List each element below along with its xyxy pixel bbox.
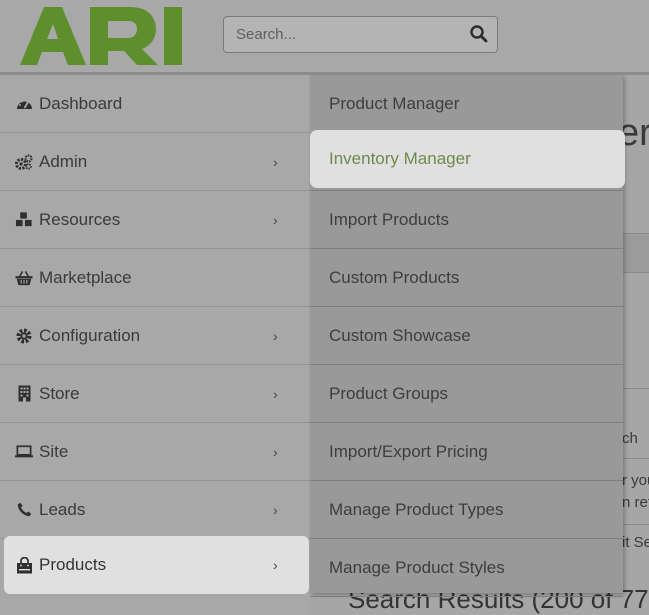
basket-icon [15, 269, 33, 287]
laptop-icon [15, 443, 33, 461]
search-box [223, 16, 498, 53]
sidebar-item-store[interactable]: Store › [0, 365, 310, 423]
chevron-right-icon: › [273, 211, 278, 228]
submenu-item-manage-product-types[interactable]: Manage Product Types [310, 481, 623, 539]
submenu-item-custom-products[interactable]: Custom Products [310, 249, 623, 307]
content-text-fragment: r you [622, 472, 649, 489]
chevron-right-icon: › [273, 153, 278, 170]
sidebar-item-resources[interactable]: Resources › [0, 191, 310, 249]
content-text-fragment: n ref [622, 494, 649, 511]
phone-icon [15, 501, 33, 519]
chevron-right-icon: › [273, 385, 278, 402]
submenu-item-label: Import Products [329, 209, 449, 229]
sidebar-item-label: Resources [39, 209, 121, 229]
sidebar-item-label: Configuration [39, 325, 141, 345]
sidebar-item-label: Store [39, 383, 80, 403]
sidebar-item-label: Dashboard [39, 93, 123, 113]
products-submenu: Product Manager Inventory Manager Import… [310, 75, 625, 597]
submenu-item-product-groups[interactable]: Product Groups [310, 365, 623, 423]
sidebar-item-leads[interactable]: Leads › [0, 481, 310, 539]
sidebar-item-label: Marketplace [39, 267, 132, 287]
search-input[interactable] [236, 17, 466, 52]
sidebar-item-label: Admin [39, 151, 88, 171]
sidebar-item-dashboard[interactable]: Dashboard [0, 75, 310, 133]
sidebar-item-label: Leads [39, 499, 86, 519]
submenu-item-label: Manage Product Types [329, 499, 504, 519]
cogs-icon [15, 153, 33, 171]
ari-logo[interactable] [18, 3, 188, 69]
sidebar: Dashboard Admin › Resources › Marketplac… [0, 75, 310, 615]
dashboard-gauge-icon [15, 95, 33, 113]
content-divider [622, 388, 649, 389]
submenu-item-custom-showcase[interactable]: Custom Showcase [310, 307, 623, 365]
submenu-item-label: Manage Product Styles [329, 557, 505, 577]
sidebar-item-site[interactable]: Site › [0, 423, 310, 481]
submenu-item-label: Import/Export Pricing [329, 441, 488, 461]
sidebar-item-label: Products [39, 555, 107, 574]
content-band [622, 233, 649, 273]
chevron-right-icon: › [273, 443, 278, 460]
gear-icon [15, 327, 33, 345]
sidebar-item-marketplace[interactable]: Marketplace [0, 249, 310, 307]
content-text-fragment: it Se [622, 534, 649, 551]
building-icon [15, 385, 33, 403]
search-icon[interactable] [469, 24, 489, 44]
submenu-item-label: Custom Products [329, 267, 460, 287]
submenu-item-label: Product Groups [329, 383, 449, 403]
sidebar-item-label: Site [39, 441, 69, 461]
content-divider [622, 524, 649, 525]
content-divider [622, 458, 649, 459]
chevron-right-icon: › [273, 557, 278, 573]
chevron-right-icon: › [273, 327, 278, 344]
submenu-item-inventory-manager[interactable]: Inventory Manager [310, 130, 625, 188]
submenu-item-product-manager[interactable]: Product Manager [310, 75, 623, 133]
content-text-fragment: ch [622, 430, 638, 447]
submenu-item-label: Product Manager [329, 94, 460, 113]
shopping-bag-icon [15, 556, 33, 574]
submenu-item-manage-product-styles[interactable]: Manage Product Styles [310, 539, 623, 597]
chevron-right-icon: › [273, 501, 278, 518]
submenu-item-label: Custom Showcase [329, 325, 471, 345]
cubes-icon [15, 211, 33, 229]
sidebar-item-admin[interactable]: Admin › [0, 133, 310, 191]
submenu-item-import-export-pricing[interactable]: Import/Export Pricing [310, 423, 623, 481]
submenu-item-label: Inventory Manager [329, 149, 471, 168]
sidebar-item-configuration[interactable]: Configuration › [0, 307, 310, 365]
submenu-item-import-products[interactable]: Import Products [310, 191, 623, 249]
header [0, 0, 649, 72]
sidebar-item-products[interactable]: Products › [4, 536, 309, 594]
